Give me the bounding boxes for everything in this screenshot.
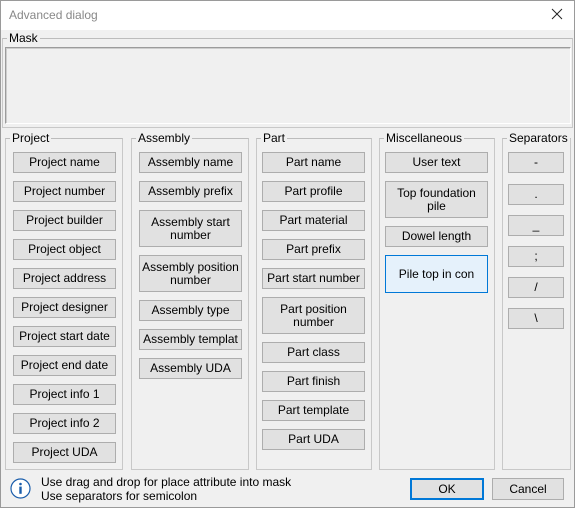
separator-slash-button[interactable]: / [508,277,564,298]
part-material-button[interactable]: Part material [262,210,365,231]
user-text-button[interactable]: User text [385,152,488,173]
separator-backslash-button[interactable]: \ [508,308,564,329]
part-finish-button[interactable]: Part finish [262,371,365,392]
ok-button[interactable]: OK [410,478,484,500]
project-object-button[interactable]: Project object [13,239,116,260]
assembly-position-number-button[interactable]: Assembly position number [139,255,242,292]
project-start-date-button[interactable]: Project start date [13,326,116,347]
mask-group-label: Mask [9,31,38,45]
title-bar: Advanced dialog [0,0,575,30]
separator-underscore-button[interactable]: _ [508,215,564,236]
assembly-prefix-button[interactable]: Assembly prefix [139,181,242,202]
project-end-date-button[interactable]: Project end date [13,355,116,376]
project-name-button[interactable]: Project name [13,152,116,173]
info-icon [10,478,31,499]
part-name-button[interactable]: Part name [262,152,365,173]
project-designer-button[interactable]: Project designer [13,297,116,318]
part-start-number-button[interactable]: Part start number [262,268,365,289]
separators-group-label: Separators [509,131,568,145]
part-group-label: Part [263,131,286,145]
part-prefix-button[interactable]: Part prefix [262,239,365,260]
part-profile-button[interactable]: Part profile [262,181,365,202]
dowel-length-button[interactable]: Dowel length [385,226,488,247]
project-builder-button[interactable]: Project builder [13,210,116,231]
project-address-button[interactable]: Project address [13,268,116,289]
separator-semicolon-button[interactable]: ; [508,246,564,267]
project-uda-button[interactable]: Project UDA [13,442,116,463]
part-template-button[interactable]: Part template [262,400,365,421]
cancel-button[interactable]: Cancel [492,478,564,500]
pile-top-in-con-button[interactable]: Pile top in con [385,255,488,293]
assembly-start-number-button[interactable]: Assembly start number [139,210,242,247]
part-position-number-button[interactable]: Part position number [262,297,365,334]
separator-dash-button[interactable]: - [508,152,564,173]
assembly-uda-button[interactable]: Assembly UDA [139,358,242,379]
close-icon[interactable] [547,4,567,24]
info-text-line-2: Use separators for semicolon [41,489,198,503]
part-uda-button[interactable]: Part UDA [262,429,365,450]
project-info-2-button[interactable]: Project info 2 [13,413,116,434]
part-class-button[interactable]: Part class [262,342,365,363]
project-info-1-button[interactable]: Project info 1 [13,384,116,405]
separator-dot-button[interactable]: . [508,184,564,205]
info-text-line-1: Use drag and drop for place attribute in… [41,475,292,489]
assembly-name-button[interactable]: Assembly name [139,152,242,173]
miscellaneous-group-label: Miscellaneous [386,131,463,145]
separators-group: Separators [502,132,571,470]
assembly-template-button[interactable]: Assembly templat [139,329,242,350]
assembly-type-button[interactable]: Assembly type [139,300,242,321]
project-group-label: Project [12,131,50,145]
assembly-group-label: Assembly [138,131,191,145]
project-number-button[interactable]: Project number [13,181,116,202]
window-title: Advanced dialog [9,8,98,22]
mask-input[interactable] [5,47,571,124]
top-foundation-pile-button[interactable]: Top foundation pile [385,181,488,218]
